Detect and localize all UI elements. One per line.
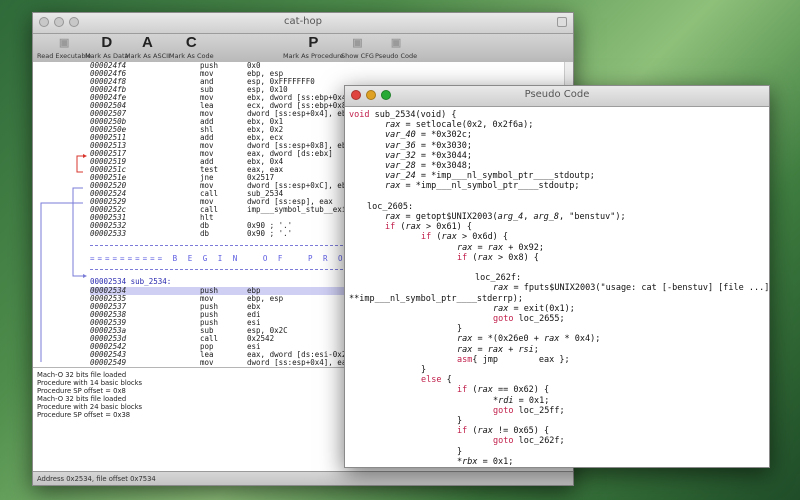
mark-data-icon: D	[101, 34, 113, 51]
instruction-operands: imp___symbol_stub__exi	[247, 205, 347, 214]
toolbar-button-label: Mark As Data	[85, 52, 129, 60]
branch-arrows	[40, 154, 87, 362]
instruction-operands: dword [ss:esp+0x4], ea	[247, 358, 347, 367]
pseudo-titlebar[interactable]: Pseudo Code	[345, 86, 769, 107]
listing-row[interactable]: 00002507 mov dword [ss:esp+0x4], ebx	[90, 110, 351, 118]
code-line: goto loc_262f;	[493, 436, 565, 447]
instruction-address: 00002549	[90, 358, 127, 367]
pseudo-code-icon: ▣	[390, 37, 402, 49]
instruction-mnemonic: mov	[200, 358, 214, 367]
mark-code-icon: C	[185, 34, 197, 51]
toolbar-button-label: Mark As Procedure	[283, 52, 344, 60]
main-toolbar: ▣ Read Executable D Mark As Data A Mark As AS…	[33, 34, 573, 63]
toolbar-button-label: Pseudo Code	[375, 52, 418, 60]
code-line: rax = fputs$UNIX2003("usage: cat [-benst…	[493, 283, 769, 294]
code-line: rax = *imp___nl_symbol_ptr____stdoutp;	[385, 181, 580, 192]
status-bar: Address 0x2534, file offset 0x7534	[33, 471, 573, 485]
code-line: *rbx = 0x1;	[457, 456, 514, 467]
procedure-label-text: 00002534 sub_2534:	[90, 277, 172, 286]
instruction-address: 00002533	[90, 229, 127, 238]
mark-procedure-icon: P	[308, 34, 319, 51]
show-cfg-icon: ▣	[352, 37, 363, 49]
toolbar-button-mark-code[interactable]: C Mark As Code	[169, 34, 214, 60]
toolbar-button-read-executable[interactable]: ▣ Read Executable	[37, 34, 91, 60]
code-line: else {	[421, 375, 452, 386]
toolbar-button-label: Show CFG	[341, 52, 374, 60]
toolbar-button-label: Mark As ASCII	[125, 52, 170, 60]
toolbar-button-label: Read Executable	[37, 52, 92, 60]
code-line: asm{ jmp eax };	[457, 354, 570, 365]
instruction-operands: 0x90 ; '.'	[247, 229, 293, 238]
mark-ascii-icon: A	[142, 34, 153, 51]
listing-row[interactable]: 00002549 mov dword [ss:esp+0x4], ea	[90, 358, 347, 367]
pseudo-window-title: Pseudo Code	[524, 89, 590, 100]
code-line: if (rax > 0x8) {	[457, 252, 539, 263]
listing-row[interactable]: 0000252c call imp___symbol_stub__exi	[90, 206, 346, 214]
procedure-label[interactable]: 00002534 sub_2534:	[90, 278, 171, 286]
fullscreen-icon[interactable]	[557, 17, 567, 27]
code-line: goto loc_25ff;	[493, 405, 565, 416]
toolbar-button-pseudo-code[interactable]: ▣ Pseudo Code	[375, 34, 417, 60]
branch-gutter	[33, 62, 90, 366]
pseudo-code-window: Pseudo Code void sub_2534(void) {rax = s…	[344, 85, 770, 468]
main-window-title: cat-hop	[284, 16, 322, 27]
code-line: goto loc_2655;	[493, 314, 565, 324]
pseudo-code-view[interactable]: void sub_2534(void) {rax = setlocale(0x2…	[345, 107, 769, 467]
listing-row[interactable]: 00002533 db 0x90 ; '.'	[90, 230, 292, 238]
toolbar-button-mark-ascii[interactable]: A Mark As ASCII	[125, 34, 170, 60]
main-titlebar[interactable]: cat-hop	[33, 13, 573, 34]
toolbar-button-mark-data[interactable]: D Mark As Data	[85, 34, 129, 60]
toolbar-button-show-cfg[interactable]: ▣ Show CFG	[341, 34, 374, 60]
read-executable-icon: ▣	[58, 37, 70, 49]
instruction-mnemonic: db	[200, 229, 210, 238]
toolbar-button-label: Mark As Code	[169, 52, 214, 60]
listing-row[interactable]: 00002520 mov dword [ss:esp+0xC], eb	[90, 182, 346, 190]
toolbar-button-mark-procedure[interactable]: P Mark As Procedure	[283, 34, 344, 60]
